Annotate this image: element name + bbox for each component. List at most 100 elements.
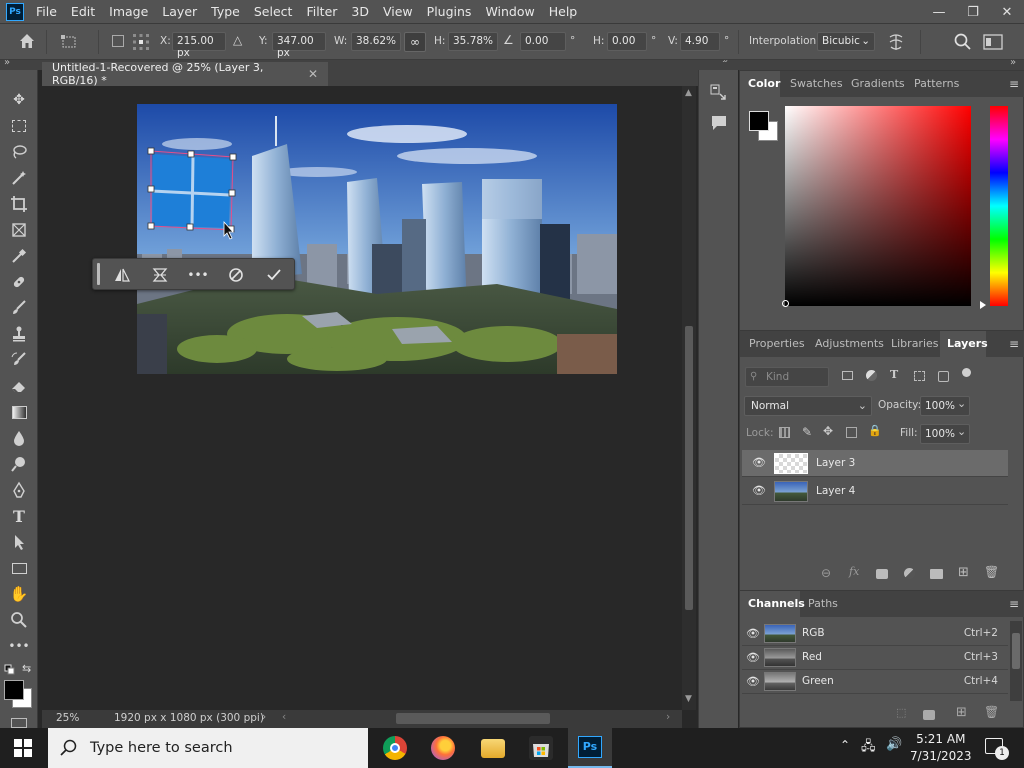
color-field-cursor[interactable]	[782, 300, 789, 307]
zoom-tool-icon[interactable]	[8, 609, 30, 631]
scroll-left-icon[interactable]: ‹	[282, 711, 286, 723]
history-brush-tool-icon[interactable]	[8, 349, 30, 371]
delete-channel-icon[interactable]: 🗑	[984, 705, 999, 719]
angle-field[interactable]: 0.00	[520, 32, 566, 51]
more-tools-icon[interactable]: •••	[8, 635, 30, 657]
volume-icon[interactable]: 🔊	[886, 737, 902, 752]
flip-horizontal-icon[interactable]	[111, 264, 133, 286]
pen-tool-icon[interactable]	[8, 479, 30, 501]
frame-tool-icon[interactable]	[8, 219, 30, 241]
drag-handle-icon[interactable]	[97, 263, 100, 285]
hue-slider[interactable]	[990, 106, 1008, 306]
link-icon[interactable]: ∞	[404, 32, 426, 52]
menu-file[interactable]: File	[30, 4, 65, 19]
save-selection-icon[interactable]	[923, 710, 935, 720]
dodge-tool-icon[interactable]	[8, 453, 30, 475]
show-hidden-icons-icon[interactable]: ⌃	[840, 738, 850, 752]
menu-view[interactable]: View	[377, 4, 421, 19]
filter-toggle-icon[interactable]	[962, 368, 971, 377]
visibility-eye-icon[interactable]: 👁	[746, 651, 760, 664]
scroll-up-icon[interactable]: ▲	[685, 88, 692, 98]
menu-help[interactable]: Help	[543, 4, 586, 19]
close-button[interactable]: ✕	[990, 0, 1024, 24]
layers-panel-menu-icon[interactable]: ≡	[1009, 337, 1019, 351]
warp-mode-icon[interactable]	[886, 32, 906, 55]
stamp-tool-icon[interactable]	[8, 323, 30, 345]
hue-slider-handle[interactable]	[980, 301, 986, 309]
reference-point-checkbox[interactable]	[112, 35, 124, 47]
tab-paths[interactable]: Paths	[808, 597, 838, 610]
default-colors-icon[interactable]	[4, 664, 16, 679]
warp-icon[interactable]	[149, 264, 171, 286]
filter-adjustment-icon[interactable]	[866, 370, 877, 381]
healing-brush-tool-icon[interactable]	[8, 271, 30, 293]
menu-image[interactable]: Image	[103, 4, 156, 19]
foreground-color-swatch[interactable]	[4, 680, 24, 700]
channel-row-green[interactable]: 👁 Green Ctrl+4	[742, 670, 1008, 694]
lock-paint-icon[interactable]: ✎	[802, 425, 812, 439]
microsoft-store-icon[interactable]	[529, 736, 553, 760]
color-panel-menu-icon[interactable]: ≡	[1009, 77, 1019, 91]
visibility-eye-icon[interactable]: 👁	[746, 675, 760, 688]
expand-left-icon[interactable]: »	[4, 57, 10, 68]
channel-row-rgb[interactable]: 👁 RGB Ctrl+2	[742, 622, 1008, 646]
magic-wand-tool-icon[interactable]	[8, 167, 30, 189]
transform-tool-icon[interactable]	[60, 34, 78, 53]
menu-edit[interactable]: Edit	[65, 4, 103, 19]
horizontal-scroll-thumb[interactable]	[396, 713, 550, 724]
document-tab[interactable]: Untitled-1-Recovered @ 25% (Layer 3, RGB…	[42, 61, 328, 87]
filter-shape-icon[interactable]	[914, 371, 925, 381]
workspace-icon[interactable]	[983, 34, 1003, 53]
eyedropper-tool-icon[interactable]	[8, 245, 30, 267]
cancel-transform-icon[interactable]	[225, 264, 247, 286]
layer-row-layer-3[interactable]: 👁 Layer 3	[742, 450, 1008, 477]
load-selection-icon[interactable]: ⬚	[896, 706, 906, 719]
link-layers-icon[interactable]: ⊖	[821, 566, 831, 580]
taskbar-clock[interactable]: 5:21 AM 7/31/2023	[910, 731, 972, 765]
interpolation-select[interactable]: Bicubic ⌄	[817, 32, 875, 51]
menu-plugins[interactable]: Plugins	[421, 4, 480, 19]
filter-smart-object-icon[interactable]	[938, 371, 949, 382]
tab-layers[interactable]: Layers	[947, 337, 988, 350]
restore-button[interactable]: ❐	[956, 0, 990, 24]
search-icon[interactable]	[953, 32, 973, 55]
channel-row-red[interactable]: 👁 Red Ctrl+3	[742, 646, 1008, 670]
layer-name[interactable]: Layer 3	[816, 457, 855, 469]
new-channel-icon[interactable]: ⊞	[956, 705, 967, 720]
commit-transform-icon[interactable]	[263, 264, 285, 286]
height-field[interactable]: 35.78%	[448, 32, 498, 51]
vertical-scroll-thumb[interactable]	[685, 326, 693, 610]
canvas-area[interactable]	[42, 86, 682, 710]
zoom-level[interactable]: 25%	[56, 712, 79, 724]
tab-adjustments[interactable]: Adjustments	[815, 337, 884, 350]
marquee-tool-icon[interactable]	[8, 115, 30, 137]
visibility-eye-icon[interactable]: 👁	[752, 456, 766, 469]
hand-tool-icon[interactable]: ✋	[8, 583, 30, 605]
eraser-tool-icon[interactable]	[8, 375, 30, 397]
brush-tool-icon[interactable]	[8, 297, 30, 319]
lock-position-icon[interactable]: ✥	[823, 424, 833, 438]
delete-layer-icon[interactable]: 🗑	[984, 565, 999, 579]
canvas-image[interactable]	[137, 104, 617, 374]
layer-filter-kind[interactable]: ⚲ Kind	[745, 367, 829, 387]
reference-point-icon[interactable]	[132, 33, 150, 54]
status-menu-arrow-icon[interactable]: ›	[262, 711, 266, 723]
tab-color[interactable]: Color	[748, 77, 780, 90]
menu-3d[interactable]: 3D	[345, 4, 377, 19]
tab-properties[interactable]: Properties	[749, 337, 805, 350]
tab-libraries[interactable]: Libraries	[891, 337, 939, 350]
gradient-tool-icon[interactable]	[8, 401, 30, 423]
windows-start-icon[interactable]	[14, 739, 32, 760]
channels-panel-menu-icon[interactable]: ≡	[1009, 597, 1019, 611]
visibility-eye-icon[interactable]: 👁	[746, 627, 760, 640]
y-field[interactable]: 347.00 px	[272, 32, 326, 59]
tab-channels[interactable]: Channels	[748, 597, 805, 610]
quick-mask-icon[interactable]	[11, 718, 27, 728]
file-explorer-icon[interactable]	[481, 739, 505, 758]
blend-mode-select[interactable]: Normal ⌄	[744, 396, 872, 416]
lasso-tool-icon[interactable]	[8, 141, 30, 163]
move-tool-icon[interactable]: ✥	[8, 89, 30, 111]
path-selection-tool-icon[interactable]	[8, 531, 30, 553]
scroll-right-icon[interactable]: ›	[666, 711, 670, 723]
chrome-icon[interactable]	[383, 736, 407, 760]
